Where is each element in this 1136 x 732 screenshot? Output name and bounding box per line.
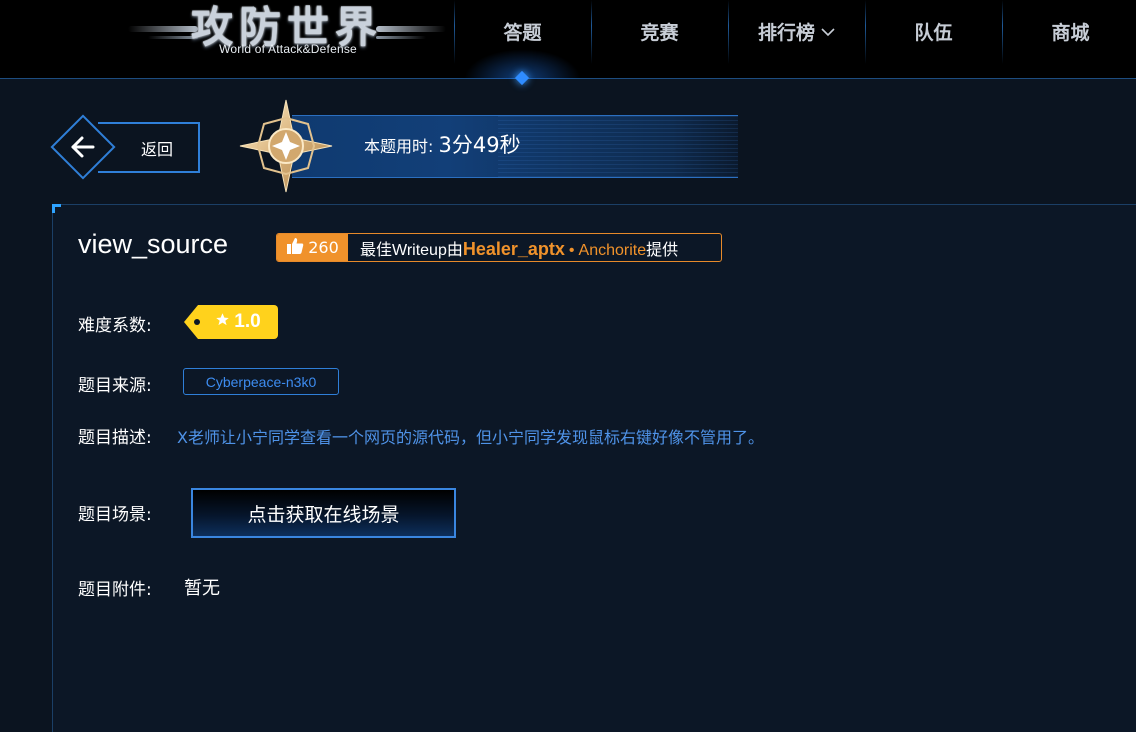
scene-label: 题目场景:: [78, 505, 152, 525]
timer-readout: 本题用时: 3分49秒: [364, 129, 521, 159]
difficulty-tag: 1.0: [184, 305, 278, 339]
writeup-likes[interactable]: 260: [277, 234, 348, 261]
challenge-card: view_source 260 最佳Writeup由Healer_aptx • An…: [52, 204, 1136, 732]
nav-separator: [591, 0, 592, 64]
logo-subtitle: World of Attack&Defense: [219, 42, 357, 56]
timer-bar: 本题用时: 3分49秒: [292, 115, 738, 178]
top-navbar: 攻防世界 World of Attack&Defense 答题 竞赛 排行榜 队…: [0, 0, 1136, 86]
likes-count: 260: [308, 238, 339, 257]
star-icon: [215, 311, 230, 333]
challenge-title: view_source: [78, 229, 229, 259]
source-tag[interactable]: Cyberpeace-n3k0: [183, 368, 339, 395]
nav-separator: [1002, 0, 1003, 64]
timer-stripes: [498, 116, 738, 177]
active-indicator-icon: [514, 70, 530, 86]
writeup-credit: 最佳Writeup由Healer_aptx • Anchorite提供: [360, 236, 678, 260]
nav-item-label: 答题: [503, 22, 542, 44]
nav-item-competition[interactable]: 竞赛: [591, 0, 728, 79]
site-logo[interactable]: 攻防世界 World of Attack&Defense: [128, 0, 446, 64]
writeup-author[interactable]: Healer_aptx: [463, 239, 565, 259]
writeup-separator: •: [568, 241, 575, 259]
compass-star-icon: [238, 98, 334, 194]
attachment-value: 暂无: [184, 578, 220, 599]
nav-separator: [728, 0, 729, 64]
nav-item-label: 商城: [1051, 22, 1090, 44]
writeup-prefix: 最佳Writeup由: [360, 241, 463, 259]
nav-item-label: 队伍: [914, 22, 953, 44]
nav-item-answer[interactable]: 答题: [454, 0, 591, 86]
writeup-suffix: 提供: [646, 241, 679, 259]
timer-value: 3分49秒: [438, 133, 521, 157]
nav-item-label: 排行榜: [757, 22, 815, 44]
source-label: 题目来源:: [78, 376, 152, 396]
description-label: 题目描述:: [78, 428, 152, 448]
thumbs-up-icon: [286, 237, 304, 259]
back-label: 返回: [140, 139, 173, 159]
nav-item-team[interactable]: 队伍: [865, 0, 1002, 79]
description-text: X老师让小宁同学查看一个网页的源代码，但小宁同学发现鼠标右键好像不管用了。: [177, 428, 764, 447]
difficulty-label: 难度系数:: [78, 316, 152, 336]
attachment-label: 题目附件:: [78, 580, 152, 600]
nav-item-shop[interactable]: 商城: [1002, 0, 1136, 79]
nav-item-leaderboard[interactable]: 排行榜: [728, 0, 865, 79]
chevron-down-icon: [821, 20, 835, 42]
timer-prefix: 本题用时:: [364, 137, 434, 156]
tag-hole: [194, 319, 200, 325]
get-scene-button[interactable]: 点击获取在线场景: [191, 488, 456, 538]
main-nav: 答题 竞赛 排行榜 队伍 商城: [454, 0, 1136, 86]
arrow-left-icon: [69, 134, 97, 160]
nav-item-label: 竞赛: [640, 22, 679, 44]
best-writeup-badge[interactable]: 260 最佳Writeup由Healer_aptx • Anchorite提供: [276, 233, 722, 262]
difficulty-value: 1.0: [234, 311, 261, 332]
back-button[interactable]: 返回: [50, 114, 204, 180]
card-corner-accent: [52, 204, 61, 213]
difficulty-tag-body: 1.0: [198, 305, 278, 339]
writeup-team[interactable]: Anchorite: [579, 242, 647, 259]
nav-separator: [865, 0, 866, 64]
nav-separator: [454, 0, 455, 64]
